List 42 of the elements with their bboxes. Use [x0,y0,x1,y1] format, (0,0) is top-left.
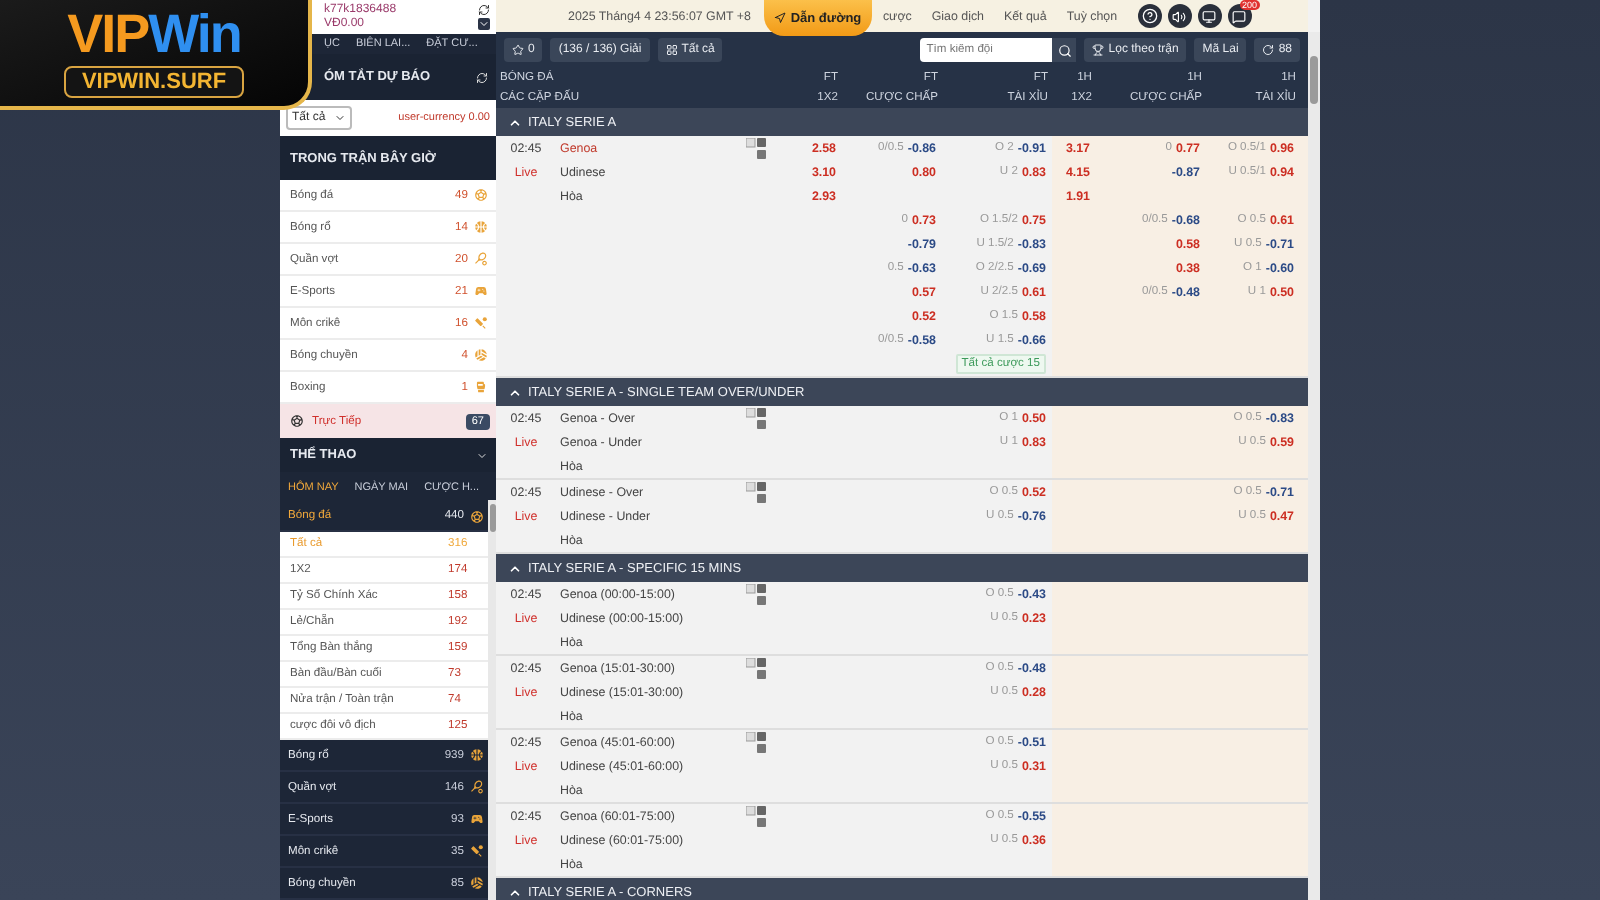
basketball-icon [470,748,484,762]
scrollbar[interactable] [488,500,496,900]
star-icon [512,44,524,56]
match-info-icon[interactable] [746,407,768,429]
dropdown-button[interactable] [478,18,490,30]
chevron-down-icon [333,112,346,124]
match-info-icon[interactable] [746,657,768,679]
search-button[interactable] [1052,38,1077,62]
tennis-icon [474,252,488,266]
logo-wordmark: VIPWin [67,8,241,62]
navigation-arrow-icon [774,12,787,24]
scrollbar[interactable] [1308,32,1320,900]
refresh-icon[interactable] [476,71,488,83]
monitor-button[interactable] [1197,4,1222,28]
gamepad-icon [474,284,488,298]
match-info-icon[interactable] [746,481,768,503]
match-info-icon[interactable] [746,731,768,753]
help-icon [1141,8,1158,24]
grid-icon [665,44,678,56]
gamepad-icon [470,812,484,826]
cricket-bat-icon [470,844,484,858]
chat-icon [1232,9,1247,23]
match-info-icon[interactable] [746,137,768,159]
boxing-glove-icon [474,380,488,394]
logo[interactable]: VIPWin VIPWIN.SURF [0,0,312,110]
search-icon [1057,43,1072,57]
speaker-icon [1172,9,1187,23]
logo-domain: VIPWIN.SURF [63,66,245,98]
caret-icon[interactable] [476,449,488,461]
basketball-icon [474,220,488,234]
sound-button[interactable] [1167,4,1192,28]
match-info-icon[interactable] [746,583,768,605]
trophy-icon [1092,44,1105,56]
help-button[interactable] [1137,4,1162,28]
match-info-icon[interactable] [746,805,768,827]
volleyball-icon [470,876,484,890]
refresh-icon[interactable] [478,4,490,16]
monitor-icon [1202,9,1217,23]
cricket-bat-icon [474,316,488,330]
volleyball-icon [474,348,488,362]
refresh-icon [1262,44,1275,56]
tennis-icon [470,780,484,794]
